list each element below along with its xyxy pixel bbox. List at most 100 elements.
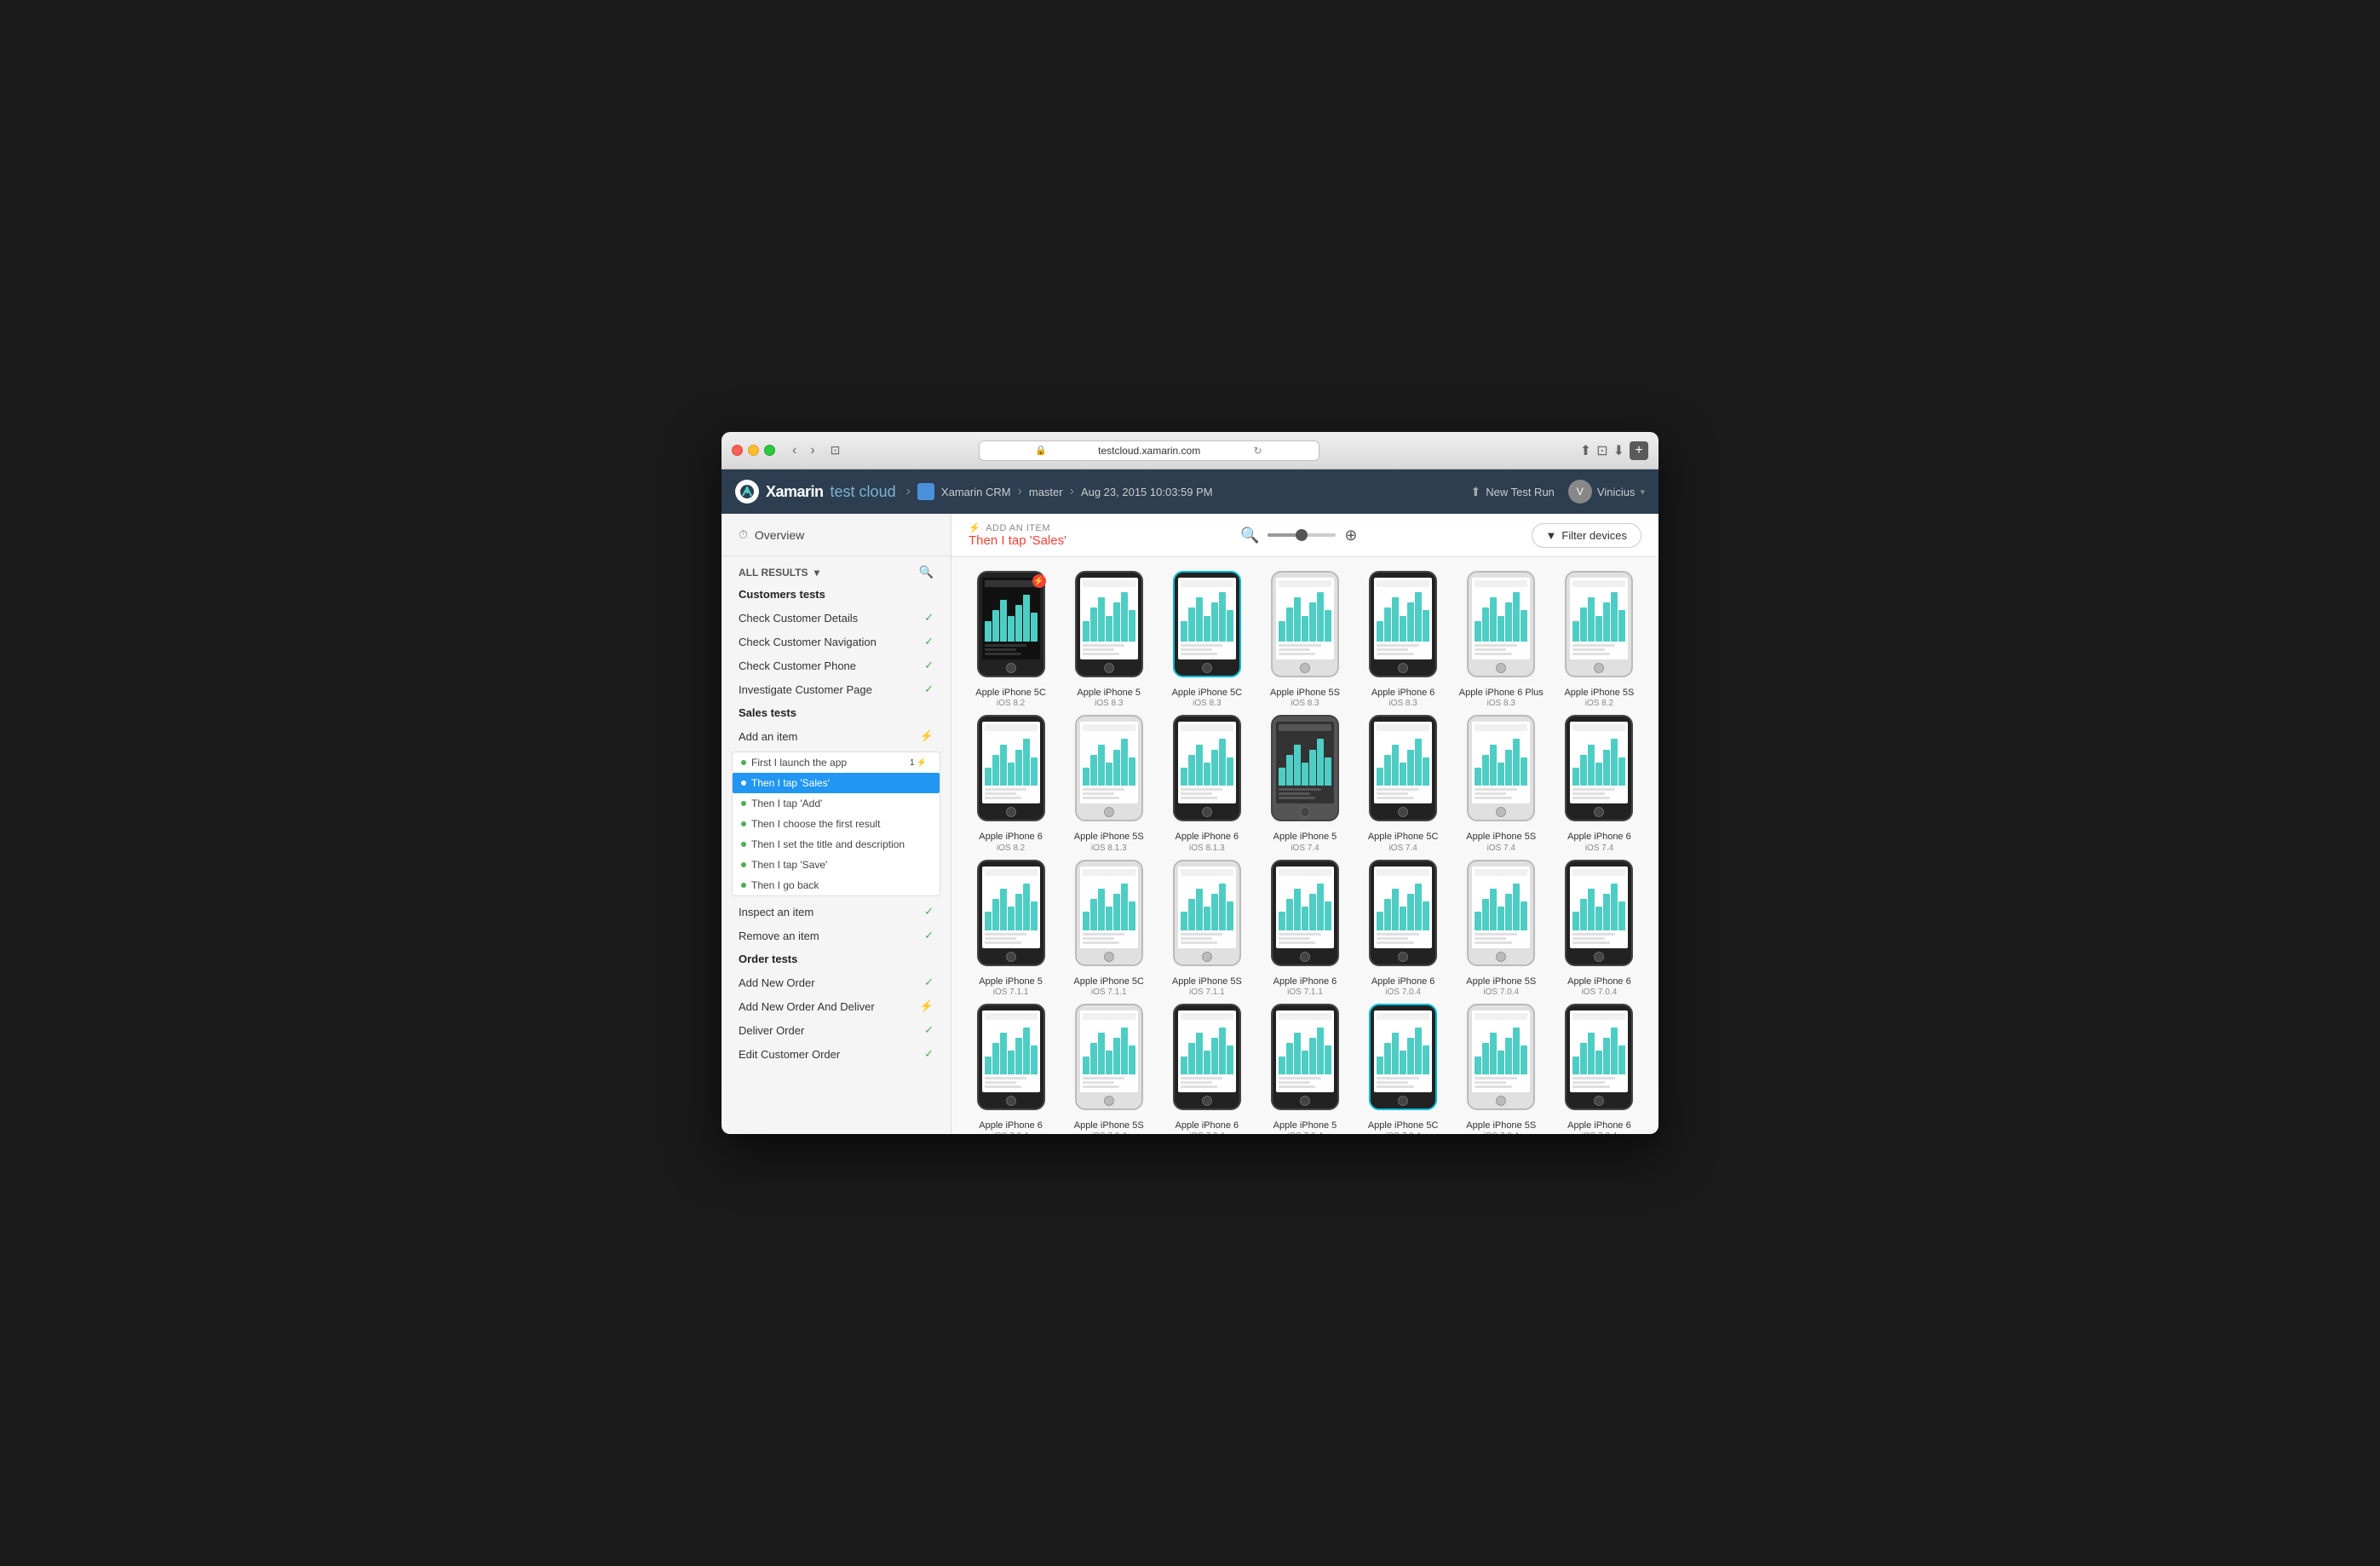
back-button[interactable]: ‹	[789, 441, 800, 460]
device-name: Apple iPhone 6	[979, 831, 1043, 843]
device-os: iOS 7.4	[1585, 843, 1613, 853]
window-view-button[interactable]: ⊡	[825, 441, 846, 459]
fullscreen-button[interactable]	[764, 445, 775, 456]
sidebar-item-investigate-customer-page[interactable]: Investigate Customer Page ✓	[721, 677, 951, 701]
sidebar-item-add-new-order[interactable]: Add New Order ✓	[721, 970, 951, 994]
device-card[interactable]: Apple iPhone 5S iOS 7.0.4	[1063, 1004, 1154, 1134]
device-os: iOS 7.4	[1487, 843, 1515, 853]
filter-devices-button[interactable]: ▼ Filter devices	[1532, 523, 1641, 548]
item-label: Check Customer Navigation	[739, 636, 877, 648]
device-card[interactable]: Apple iPhone 5C iOS 7.0.4	[1358, 1004, 1449, 1134]
sidebar-overview[interactable]: ⏱ Overview	[721, 514, 951, 556]
zoom-in-button[interactable]: ⊕	[1344, 527, 1357, 544]
device-card[interactable]: Apple iPhone 5C iOS 7.1.1	[1063, 860, 1154, 997]
device-card[interactable]: Apple iPhone 6 iOS 7.0.4	[1161, 1004, 1252, 1134]
address-bar[interactable]: 🔒 testcloud.xamarin.com ↻	[979, 440, 1319, 461]
device-name: Apple iPhone 6	[1371, 976, 1435, 987]
device-card[interactable]: Apple iPhone 5S iOS 8.2	[1554, 571, 1645, 708]
device-card[interactable]: Apple iPhone 6 Plus iOS 8.3	[1456, 571, 1547, 708]
forward-button[interactable]: ›	[807, 441, 818, 460]
device-card[interactable]: Apple iPhone 5S iOS 7.1.1	[1161, 860, 1252, 997]
url-display: testcloud.xamarin.com	[1097, 445, 1202, 457]
device-card[interactable]: Apple iPhone 6 iOS 7.0.4	[1358, 860, 1449, 997]
sidebar-item-add-new-order-deliver[interactable]: Add New Order And Deliver ⚡	[721, 994, 951, 1018]
device-phone	[1169, 571, 1245, 682]
device-phone	[1267, 571, 1343, 682]
step-tap-save[interactable]: Then I tap 'Save'	[733, 855, 940, 875]
step-launch-app[interactable]: First I launch the app 1 ⚡	[733, 752, 940, 773]
device-card[interactable]: Apple iPhone 5 iOS 7.4	[1259, 715, 1350, 852]
zoom-handle[interactable]	[1296, 529, 1308, 541]
fullscreen-toggle[interactable]: ⊡	[1596, 441, 1607, 460]
device-card[interactable]: Apple iPhone 5S iOS 8.1.3	[1063, 715, 1154, 852]
phone-body	[1565, 571, 1633, 677]
device-phone	[1365, 571, 1441, 682]
step-label: Then I tap 'Add'	[751, 797, 822, 809]
zoom-slider[interactable]	[1268, 533, 1336, 537]
device-card[interactable]: Apple iPhone 5S iOS 8.3	[1259, 571, 1350, 708]
sidebar-item-check-customer-details[interactable]: Check Customer Details ✓	[721, 606, 951, 630]
content-current-step: Then I tap 'Sales'	[969, 533, 1066, 548]
device-card[interactable]: Apple iPhone 6 iOS 7.4	[1554, 715, 1645, 852]
device-card[interactable]: Apple iPhone 6 iOS 8.1.3	[1161, 715, 1252, 852]
sidebar-item-check-customer-phone[interactable]: Check Customer Phone ✓	[721, 653, 951, 677]
step-tap-add[interactable]: Then I tap 'Add'	[733, 793, 940, 814]
all-results-header[interactable]: ALL RESULTS ▾	[739, 567, 819, 579]
device-card[interactable]: Apple iPhone 6 iOS 7.0.4	[1554, 860, 1645, 997]
phone-body	[1369, 571, 1437, 677]
sidebar-item-edit-customer-order[interactable]: Edit Customer Order ✓	[721, 1042, 951, 1066]
device-card[interactable]: Apple iPhone 5 iOS 8.3	[1063, 571, 1154, 708]
step-error-badge: 1 ⚡	[905, 757, 931, 769]
sidebar-item-add-an-item[interactable]: Add an item ⚡	[721, 724, 951, 748]
item-label: Investigate Customer Page	[739, 683, 872, 696]
device-card[interactable]: Apple iPhone 6 iOS 7.0.4	[1554, 1004, 1645, 1134]
phone-screen	[982, 578, 1040, 659]
device-card[interactable]: Apple iPhone 5S iOS 7.0.4	[1456, 860, 1547, 997]
device-name: Apple iPhone 5	[1273, 831, 1337, 843]
device-card[interactable]: Apple iPhone 5C iOS 8.3	[1161, 571, 1252, 708]
device-card[interactable]: Apple iPhone 5 iOS 7.1.1	[965, 860, 1056, 997]
device-card[interactable]: Apple iPhone 5S iOS 7.0.4	[1456, 1004, 1547, 1134]
close-button[interactable]	[732, 445, 743, 456]
device-card[interactable]: ⚡ Apple iPhone 5C iOS 8.2	[965, 571, 1056, 708]
device-card[interactable]: Apple iPhone 6 iOS 8.3	[1358, 571, 1449, 708]
pass-icon: ✓	[924, 1047, 934, 1061]
refresh-icon[interactable]: ↻	[1205, 445, 1310, 457]
step-dot	[741, 821, 746, 826]
user-avatar: V	[1568, 480, 1592, 504]
step-set-title-description[interactable]: Then I set the title and description	[733, 834, 940, 855]
minimize-button[interactable]	[748, 445, 759, 456]
user-area[interactable]: V Vinicius ▾	[1568, 480, 1645, 504]
breadcrumb-timestamp[interactable]: Aug 23, 2015 10:03:59 PM	[1081, 486, 1213, 498]
new-tab-button[interactable]: +	[1630, 441, 1648, 460]
step-dot	[741, 842, 746, 847]
step-choose-first-result[interactable]: Then I choose the first result	[733, 814, 940, 834]
upload-icon: ⬆	[1470, 485, 1480, 499]
zoom-out-button[interactable]: 🔍	[1240, 527, 1259, 544]
device-card[interactable]: Apple iPhone 6 iOS 7.0.4	[965, 1004, 1056, 1134]
download-button[interactable]: ⬇	[1613, 441, 1624, 460]
device-card[interactable]: Apple iPhone 5C iOS 7.4	[1358, 715, 1449, 852]
pass-icon: ✓	[924, 929, 934, 942]
content-breadcrumb: ⚡ ADD AN ITEM Then I tap 'Sales'	[969, 522, 1066, 548]
breadcrumb-sep-2: ›	[1018, 484, 1022, 499]
share-button[interactable]: ⬆	[1580, 441, 1591, 460]
search-icon[interactable]: 🔍	[919, 565, 934, 579]
breadcrumb-app[interactable]: Xamarin CRM	[941, 486, 1011, 498]
device-card[interactable]: Apple iPhone 5S iOS 7.4	[1456, 715, 1547, 852]
device-os: iOS 7.0.4	[1189, 1131, 1225, 1134]
logo-product: test cloud	[831, 483, 896, 501]
sidebar-item-remove-an-item[interactable]: Remove an item ✓	[721, 924, 951, 947]
device-card[interactable]: Apple iPhone 6 iOS 8.2	[965, 715, 1056, 852]
new-test-button[interactable]: ⬆ New Test Run	[1470, 485, 1554, 499]
device-card[interactable]: Apple iPhone 6 iOS 7.1.1	[1259, 860, 1350, 997]
sidebar-item-check-customer-navigation[interactable]: Check Customer Navigation ✓	[721, 630, 951, 653]
device-row-1: ⚡ Apple iPhone 5C iOS 8.2	[965, 571, 1645, 708]
sidebar-item-deliver-order[interactable]: Deliver Order ✓	[721, 1018, 951, 1042]
device-card[interactable]: Apple iPhone 5 iOS 7.0.4	[1259, 1004, 1350, 1134]
sidebar-item-inspect-an-item[interactable]: Inspect an item ✓	[721, 900, 951, 924]
breadcrumb-branch[interactable]: master	[1029, 486, 1063, 498]
step-tap-sales[interactable]: Then I tap 'Sales'	[733, 773, 940, 793]
device-os: iOS 8.1.3	[1091, 843, 1127, 853]
step-go-back[interactable]: Then I go back	[733, 875, 940, 895]
